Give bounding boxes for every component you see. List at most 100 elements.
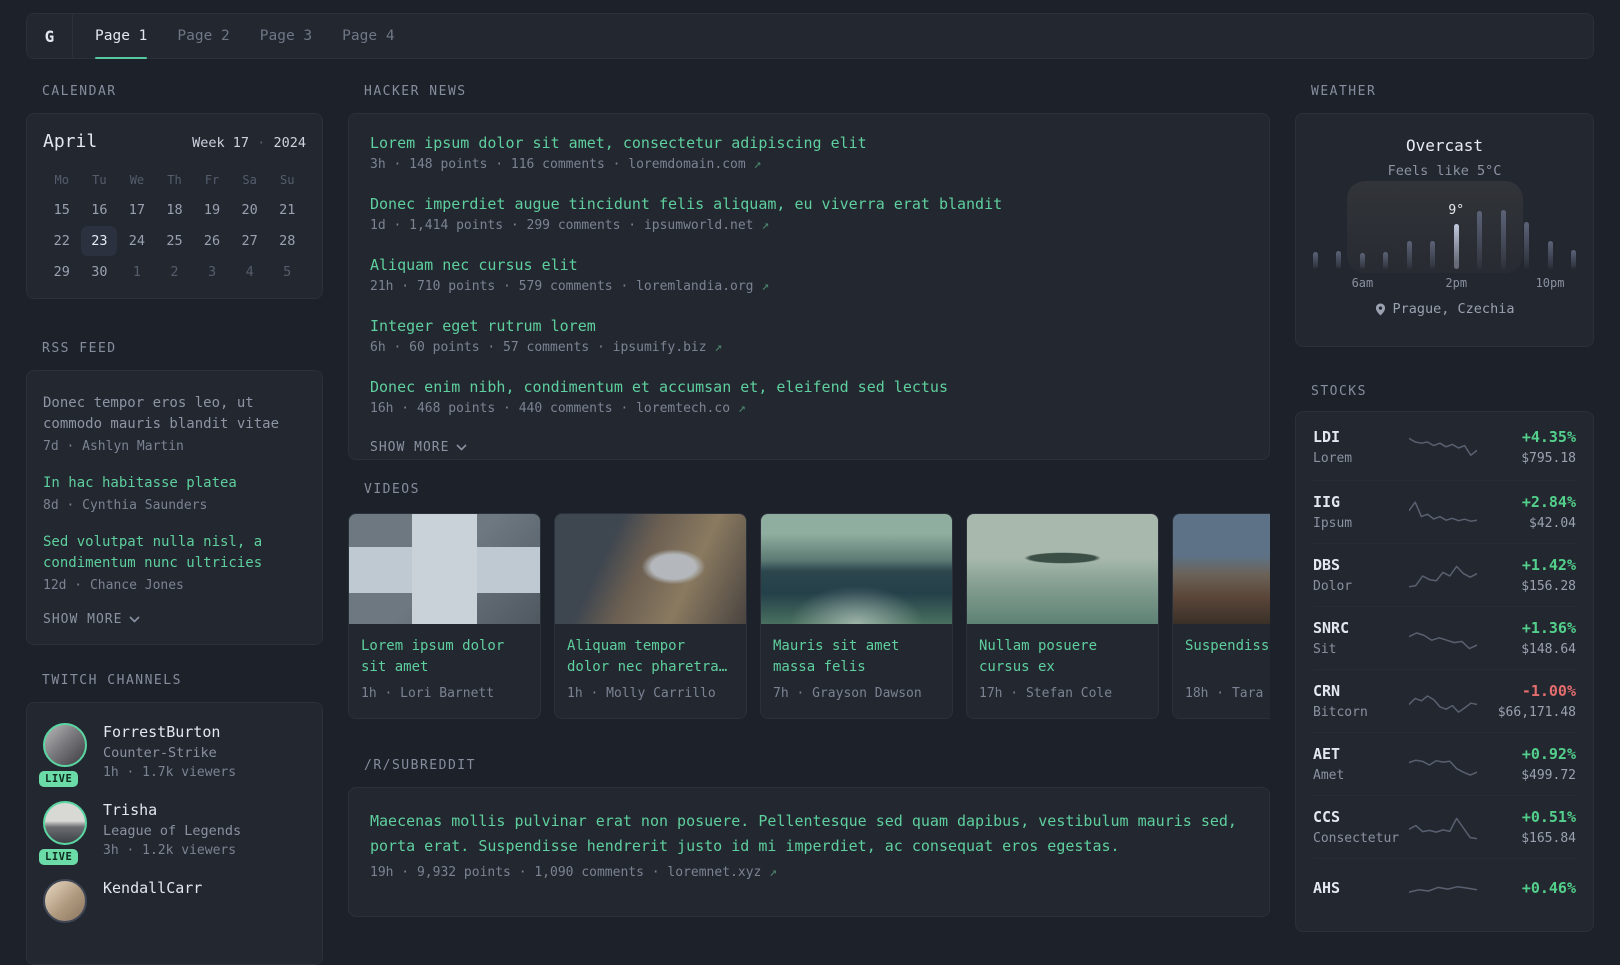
stock-row[interactable]: IIG Ipsum +2.84% $42.04 — [1313, 480, 1576, 543]
video-title[interactable]: Aliquam tempor dolor nec pharetra… — [567, 636, 734, 678]
video-thumbnail[interactable] — [761, 514, 952, 624]
calendar-day[interactable]: 30 — [81, 256, 119, 287]
stock-ticker: AET — [1313, 745, 1341, 763]
show-more-label: SHOW MORE — [43, 612, 123, 627]
hn-domain-link[interactable]: ipsumify.biz — [613, 340, 707, 355]
video-meta: 18h · Tara — [1185, 686, 1264, 701]
calendar-day[interactable]: 16 — [81, 194, 119, 225]
stock-change: +1.42% — [1521, 556, 1576, 574]
tab-page-2[interactable]: Page 2 — [177, 14, 229, 58]
hn-item-meta: 1d · 1,414 points · 299 comments · ipsum… — [370, 219, 1248, 233]
calendar-day[interactable]: 20 — [231, 194, 269, 225]
calendar-day[interactable]: 17 — [118, 194, 156, 225]
hn-item-title[interactable]: Donec imperdiet augue tincidunt felis al… — [370, 196, 1248, 212]
rss-item-title[interactable]: Donec tempor eros leo, ut commodo mauris… — [43, 393, 306, 435]
hn-item-title[interactable]: Aliquam nec cursus elit — [370, 257, 1248, 273]
stock-ticker: LDI — [1313, 428, 1341, 446]
hn-item: Lorem ipsum dolor sit amet, consectetur … — [370, 135, 1248, 172]
rss-feed-widget: Donec tempor eros leo, ut commodo mauris… — [26, 370, 323, 645]
external-link-icon: ↗ — [761, 279, 770, 294]
app-logo[interactable]: G — [27, 14, 73, 58]
calendar-day[interactable]: 4 — [231, 256, 269, 287]
stock-row[interactable]: CRN Bitcorn -1.00% $66,171.48 — [1313, 669, 1576, 732]
calendar-day[interactable]: 21 — [268, 194, 306, 225]
avatar[interactable] — [43, 879, 87, 923]
video-title[interactable]: Nullam posuere cursus ex — [979, 636, 1146, 678]
hn-meta-text: 6h · 60 points · 57 comments · — [370, 340, 613, 355]
calendar-day[interactable]: 25 — [156, 225, 194, 256]
right-column: WEATHER Overcast Feels like 5°C 6am 9° 2pm… — [1295, 84, 1594, 965]
stock-row[interactable]: CCS Consectetur +0.51% $165.84 — [1313, 795, 1576, 858]
video-title[interactable]: Lorem ipsum dolor sit amet consectetu… — [361, 636, 528, 678]
subreddit-post-title[interactable]: Maecenas mollis pulvinar erat non posuer… — [370, 809, 1248, 859]
calendar-day[interactable]: 27 — [231, 225, 269, 256]
twitch-channel-name[interactable]: Trisha — [103, 801, 241, 819]
twitch-channel-name[interactable]: KendallCarr — [103, 879, 202, 897]
avatar[interactable] — [43, 723, 87, 767]
hn-meta-text: 21h · 710 points · 579 comments · — [370, 279, 637, 294]
hn-show-more-button[interactable]: SHOW MORE — [370, 440, 1248, 455]
external-link-icon: ↗ — [737, 401, 746, 416]
calendar-day[interactable]: 28 — [268, 225, 306, 256]
stock-price: $42.04 — [1529, 516, 1576, 531]
calendar-day[interactable]: 26 — [193, 225, 231, 256]
video-thumbnail[interactable] — [555, 514, 746, 624]
calendar-day[interactable]: 1 — [118, 256, 156, 287]
twitch-channel-row: LIVE Trisha League of Legends 3h · 1.2k … — [39, 801, 306, 865]
calendar-day[interactable]: 15 — [43, 194, 81, 225]
stock-row[interactable]: LDI Lorem +4.35% $795.18 — [1313, 414, 1576, 480]
video-thumbnail[interactable] — [967, 514, 1158, 624]
hn-domain-link[interactable]: ipsumworld.net — [644, 218, 754, 233]
stock-price: $795.18 — [1521, 451, 1576, 466]
tab-page-4[interactable]: Page 4 — [342, 14, 394, 58]
avatar[interactable] — [43, 801, 87, 845]
video-thumbnail[interactable] — [1173, 514, 1270, 624]
twitch-section-label: TWITCH CHANNELS — [42, 673, 182, 688]
calendar-day[interactable]: 18 — [156, 194, 194, 225]
stock-row[interactable]: DBS Dolor +1.42% $156.28 — [1313, 543, 1576, 606]
stock-row[interactable]: AHS +0.46% — [1313, 858, 1576, 921]
calendar-weekday-header: Sa — [242, 173, 257, 187]
subreddit-widget: Maecenas mollis pulvinar erat non posuer… — [348, 787, 1270, 917]
hn-domain-link[interactable]: loremlandia.org — [636, 279, 753, 294]
stock-ticker: CRN — [1313, 682, 1341, 700]
hn-item: Aliquam nec cursus elit 21h · 710 points… — [370, 257, 1248, 294]
calendar-day[interactable]: 5 — [268, 256, 306, 287]
hn-item-title[interactable]: Donec enim nibh, condimentum et accumsan… — [370, 379, 1248, 395]
twitch-channel-meta: 3h · 1.2k viewers — [103, 843, 237, 858]
calendar-day[interactable]: 29 — [43, 256, 81, 287]
calendar-day[interactable]: 24 — [118, 225, 156, 256]
weather-bar — [1500, 210, 1506, 269]
weather-time-label: 2pm — [1445, 276, 1468, 290]
video-title[interactable]: Mauris sit amet massa felis — [773, 636, 940, 678]
rss-item-title[interactable]: Sed volutpat nulla nisl, a condimentum n… — [43, 532, 306, 574]
video-thumbnail[interactable] — [349, 514, 540, 624]
calendar-day-selected[interactable]: 23 — [81, 225, 119, 256]
stock-row[interactable]: AET Amet +0.92% $499.72 — [1313, 732, 1576, 795]
weather-section-label: WEATHER — [1311, 84, 1377, 99]
hn-domain-link[interactable]: loremdomain.com — [628, 157, 745, 172]
subreddit-domain-link[interactable]: loremnet.xyz — [667, 865, 761, 880]
stock-row[interactable]: SNRC Sit +1.36% $148.64 — [1313, 606, 1576, 669]
calendar-weekday-header: Su — [279, 173, 295, 187]
calendar-day[interactable]: 19 — [193, 194, 231, 225]
calendar-weekday-header: Mo — [54, 173, 69, 187]
video-title[interactable]: Suspendisse diam — [1185, 636, 1270, 678]
calendar-day[interactable]: 22 — [43, 225, 81, 256]
stock-sparkline — [1409, 632, 1477, 650]
twitch-channel-name[interactable]: ForrestBurton — [103, 723, 236, 741]
twitch-channel-meta: 1h · 1.7k viewers — [103, 765, 237, 780]
calendar-day[interactable]: 2 — [156, 256, 194, 287]
weather-bar — [1383, 252, 1389, 269]
tab-page-3[interactable]: Page 3 — [260, 14, 312, 58]
tab-page-1[interactable]: Page 1 — [95, 14, 148, 59]
calendar-day[interactable]: 3 — [193, 256, 231, 287]
live-badge: LIVE — [39, 849, 79, 865]
live-badge: LIVE — [39, 771, 79, 787]
hn-item-title[interactable]: Lorem ipsum dolor sit amet, consectetur … — [370, 135, 1248, 151]
rss-item-title[interactable]: In hac habitasse platea — [43, 473, 306, 494]
hn-domain-link[interactable]: loremtech.co — [636, 401, 730, 416]
rss-show-more-button[interactable]: SHOW MORE — [43, 612, 306, 627]
stock-price: $66,171.48 — [1497, 705, 1576, 720]
hn-item-title[interactable]: Integer eget rutrum lorem — [370, 318, 1248, 334]
